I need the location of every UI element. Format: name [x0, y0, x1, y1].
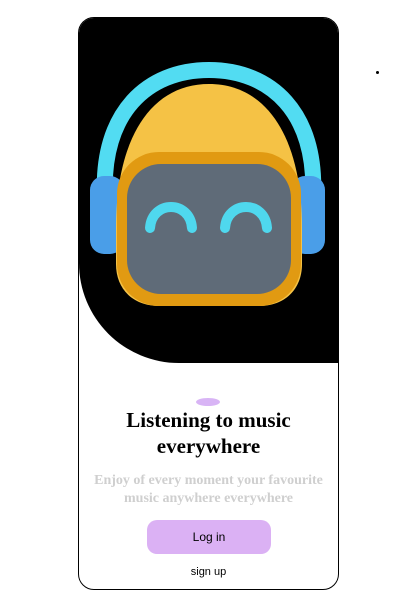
- onboarding-card: Listening to music everywhere Enjoy of e…: [78, 17, 339, 590]
- onboarding-subtitle: Enjoy of every moment your favourite mus…: [94, 473, 323, 506]
- page-indicator: [196, 398, 220, 406]
- stray-dot: [376, 71, 379, 74]
- login-button[interactable]: Log in: [147, 520, 271, 554]
- signup-link[interactable]: sign up: [79, 566, 338, 578]
- onboarding-title: Listening to music everywhere: [126, 408, 291, 458]
- robot-with-headphones-icon: [90, 61, 325, 306]
- hero-section: [79, 18, 338, 363]
